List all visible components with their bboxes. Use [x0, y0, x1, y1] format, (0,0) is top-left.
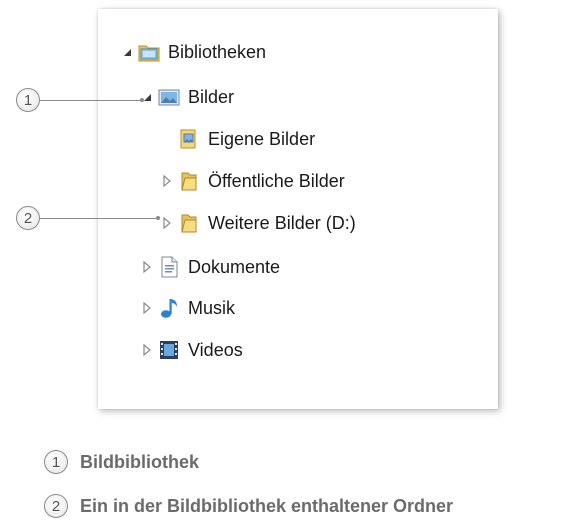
legend-item-1: 1 Bildbibliothek [44, 450, 199, 474]
tree-item-label: Weitere Bilder (D:) [208, 212, 356, 233]
my-pictures-folder-icon [178, 128, 200, 150]
tree-item-label: Bibliotheken [168, 41, 267, 62]
tree-item-weitere-bilder[interactable]: Weitere Bilder (D:) [160, 208, 356, 238]
legend-marker-1: 1 [44, 450, 68, 474]
library-folder-icon [138, 41, 160, 63]
tree-item-label: Eigene Bilder [208, 128, 316, 149]
callout-marker-1: 1 [16, 88, 40, 112]
tree-item-oeffentliche-bilder[interactable]: Öffentliche Bilder [160, 166, 345, 196]
tree-item-label: Musik [188, 297, 236, 318]
video-film-icon [158, 339, 180, 361]
music-note-icon [158, 297, 180, 319]
tree-item-label: Dokumente [188, 256, 281, 277]
navigation-pane: Bibliotheken Bilder Eigene Bilder Öffent… [98, 9, 498, 409]
leader-line-1 [40, 100, 142, 101]
collapsed-arrow-icon[interactable] [140, 343, 154, 357]
folder-icon [178, 170, 200, 192]
tree-item-label: Videos [188, 339, 243, 360]
tree-item-label: Öffentliche Bilder [208, 170, 345, 191]
collapsed-arrow-icon[interactable] [140, 301, 154, 315]
tree-item-bilder[interactable]: Bilder [140, 82, 234, 112]
collapsed-arrow-icon[interactable] [140, 260, 154, 274]
tree-item-eigene-bilder[interactable]: Eigene Bilder [160, 124, 315, 154]
leader-endpoint-2 [156, 216, 160, 220]
toggle-spacer [160, 132, 174, 146]
leader-endpoint-1 [140, 98, 144, 102]
expanded-arrow-icon[interactable] [120, 45, 134, 59]
legend-marker-2: 2 [44, 494, 68, 518]
tree-item-videos[interactable]: Videos [140, 335, 243, 365]
tree-item-musik[interactable]: Musik [140, 293, 235, 323]
collapsed-arrow-icon[interactable] [160, 174, 174, 188]
tree-item-bibliotheken[interactable]: Bibliotheken [120, 37, 266, 67]
tree-item-label: Bilder [188, 86, 235, 107]
folder-icon [178, 212, 200, 234]
tree-item-dokumente[interactable]: Dokumente [140, 252, 280, 282]
collapsed-arrow-icon[interactable] [160, 216, 174, 230]
legend-item-2: 2 Ein in der Bildbibliothek enthaltener … [44, 494, 453, 518]
pictures-library-icon [158, 86, 180, 108]
leader-line-2 [40, 218, 158, 219]
callout-marker-2: 2 [16, 206, 40, 230]
legend-text: Bildbibliothek [80, 451, 199, 472]
documents-icon [158, 256, 180, 278]
legend-text: Ein in der Bildbibliothek enthaltener Or… [80, 495, 454, 516]
